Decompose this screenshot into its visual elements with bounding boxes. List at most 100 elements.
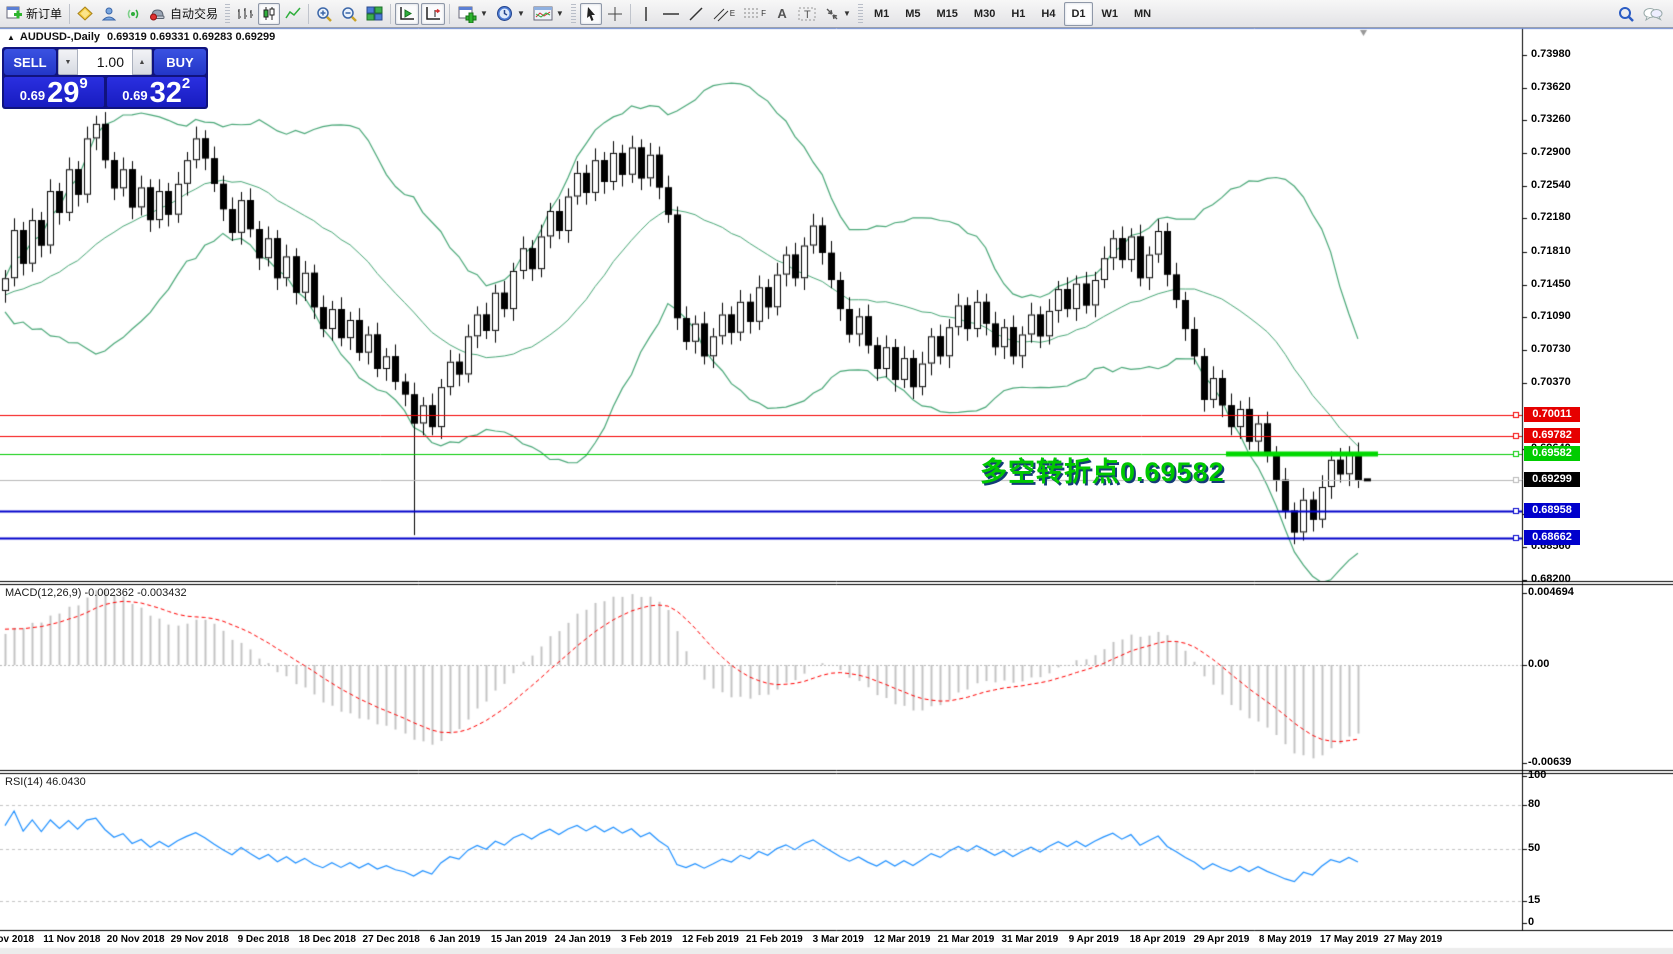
macd-axis-tick: 0.004694: [1528, 585, 1574, 598]
buy-price-display[interactable]: 0.69 32 2: [106, 75, 206, 108]
fibonacci-sub-label: F: [761, 9, 767, 18]
time-axis-label: 3 Mar 2019: [812, 934, 864, 945]
sell-button[interactable]: SELL: [4, 49, 56, 75]
signal-button[interactable]: [122, 3, 144, 25]
time-axis-label: 12 Feb 2019: [682, 934, 739, 945]
price-axis-tick: 0.72900: [1531, 145, 1571, 158]
timeframe-button-mn[interactable]: MN: [1127, 2, 1158, 26]
macd-axis-tick: 0.00: [1528, 658, 1550, 670]
indicators-icon: [533, 6, 553, 22]
buy-price-small: 0.69: [122, 88, 148, 103]
new-order-icon: [6, 6, 22, 21]
rsi-axis-tick: 100: [1528, 768, 1547, 781]
auto-scroll-icon: [398, 6, 416, 22]
timeframe-button-w1[interactable]: W1: [1095, 2, 1126, 26]
candlestick-chart-button[interactable]: [258, 2, 281, 25]
timeframe-button-h1[interactable]: H1: [1004, 2, 1032, 26]
bar-chart-button[interactable]: [234, 3, 256, 25]
text-label-icon: T: [798, 6, 816, 22]
timeframe-button-d1[interactable]: D1: [1064, 1, 1093, 26]
time-axis-label: 31 Mar 2019: [1001, 934, 1059, 945]
crosshair-button[interactable]: [604, 3, 626, 25]
price-level-badge[interactable]: 0.69582: [1524, 446, 1580, 461]
time-axis-label: 29 Apr 2019: [1193, 934, 1250, 945]
one-click-trade-panel: SELL ▼ ▲ BUY 0.69299 0.69322: [2, 47, 208, 109]
new-order-button[interactable]: 新订单: [3, 3, 65, 25]
timeframe-button-m5[interactable]: M5: [898, 2, 927, 26]
timeframe-button-m1[interactable]: M1: [867, 2, 896, 26]
price-axis-tick: 0.72540: [1531, 178, 1571, 191]
time-axis-label: 3 Feb 2019: [621, 934, 673, 945]
bar-chart-icon: [237, 6, 254, 21]
channel-button[interactable]: E: [709, 3, 738, 25]
arrows-button[interactable]: ▼: [821, 3, 854, 25]
time-axis-label: 8 May 2019: [1258, 934, 1312, 945]
timeframe-button-m15[interactable]: M15: [930, 2, 965, 26]
turning-point-annotation[interactable]: 多空转折点0.69582: [980, 450, 1225, 489]
signal-icon: [125, 6, 141, 21]
buy-button[interactable]: BUY: [154, 49, 206, 75]
tile-windows-icon: [366, 6, 383, 21]
trendline-button[interactable]: [685, 3, 707, 25]
new-chart-button[interactable]: ▼: [454, 3, 491, 25]
toolbar-separator: [308, 3, 310, 24]
chart-shift-icon: [424, 6, 442, 22]
toolbar-grip[interactable]: [225, 3, 231, 24]
toolbar-grip[interactable]: [570, 3, 576, 24]
toolbar-grip[interactable]: [857, 3, 863, 24]
auto-scroll-button[interactable]: [395, 2, 420, 25]
rsi-indicator-label: RSI(14) 46.0430: [5, 776, 86, 788]
trendline-icon: [688, 6, 704, 22]
volume-input[interactable]: [78, 49, 132, 75]
autotrading-icon: [149, 6, 166, 21]
time-axis-label: 11 Nov 2018: [43, 934, 101, 945]
line-chart-button[interactable]: [282, 3, 304, 25]
time-axis-label: 1 Nov 2018: [0, 934, 35, 945]
rsi-axis-tick: 80: [1528, 798, 1541, 810]
autotrading-button[interactable]: 自动交易: [146, 3, 221, 25]
vertical-line-button[interactable]: [635, 3, 657, 25]
cursor-button[interactable]: [579, 2, 602, 25]
price-level-badge[interactable]: 0.68662: [1524, 530, 1580, 545]
text-label-button[interactable]: T: [795, 3, 819, 25]
horizontal-line-button[interactable]: [659, 3, 683, 25]
rsi-axis-tick: 0: [1528, 916, 1535, 928]
chart-shift-button[interactable]: [421, 2, 446, 25]
period-button[interactable]: ▼: [493, 3, 528, 25]
fibonacci-button[interactable]: F: [740, 3, 769, 25]
zoom-in-icon: [316, 6, 333, 22]
price-level-badge[interactable]: 0.69299: [1524, 472, 1580, 487]
collapse-panel-icon[interactable]: ▲: [7, 33, 15, 42]
quotes-button[interactable]: [74, 3, 96, 25]
tile-windows-button[interactable]: [363, 3, 386, 25]
time-axis-label: 18 Dec 2018: [298, 934, 356, 945]
community-button[interactable]: [1640, 3, 1666, 25]
volume-increase-button[interactable]: ▲: [132, 49, 152, 75]
time-axis-label: 20 Nov 2018: [106, 934, 165, 945]
search-icon: [1618, 6, 1635, 23]
price-level-badge[interactable]: 0.70011: [1524, 407, 1580, 422]
text-button[interactable]: A: [771, 3, 793, 25]
arrows-icon: [824, 6, 840, 22]
main-toolbar: 新订单 自动交易 ▼ ▼ ▼ E F A T ▼ M1 M5 M15 M30 H…: [0, 0, 1673, 28]
chart-canvas[interactable]: [0, 0, 1673, 954]
search-button[interactable]: [1615, 3, 1638, 25]
price-axis-tick: 0.71090: [1531, 310, 1571, 323]
indicators-button[interactable]: ▼: [530, 3, 567, 25]
price-level-badge[interactable]: 0.69782: [1524, 428, 1580, 443]
timeframe-button-m30[interactable]: M30: [967, 2, 1002, 26]
volume-decrease-button[interactable]: ▼: [58, 49, 78, 75]
sell-price-big: 29: [47, 77, 80, 109]
time-axis-label: 27 Dec 2018: [362, 934, 420, 945]
clock-icon: [496, 5, 514, 22]
price-level-badge[interactable]: 0.68958: [1524, 503, 1580, 518]
chevron-down-icon: ▼: [843, 9, 851, 18]
zoom-out-button[interactable]: [338, 3, 361, 25]
zoom-in-button[interactable]: [313, 3, 336, 25]
profile-button[interactable]: [98, 3, 120, 25]
price-axis-tick: 0.73260: [1531, 113, 1571, 126]
svg-text:T: T: [804, 9, 811, 21]
timeframe-button-h4[interactable]: H4: [1034, 2, 1062, 26]
sell-price-display[interactable]: 0.69 29 9: [4, 75, 104, 109]
horizontal-line-icon: [662, 7, 680, 21]
